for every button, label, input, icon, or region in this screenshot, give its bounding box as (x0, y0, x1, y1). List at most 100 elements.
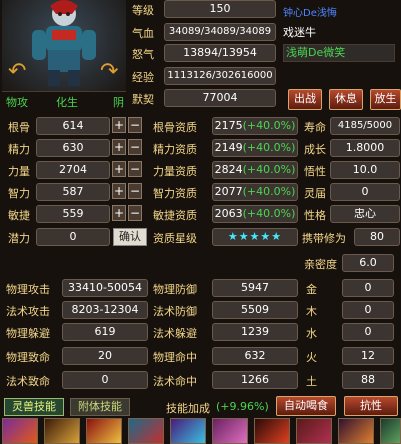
aptitude-bonus: (+40.0%) (242, 119, 296, 132)
skill-slot[interactable] (254, 418, 290, 444)
combat-value-2: 1266 (212, 371, 298, 389)
combat-label: 法术攻击 (6, 305, 50, 318)
combat-value: 8203-12304 (62, 301, 148, 319)
attr-label: 精力 (8, 143, 30, 156)
increase-button[interactable]: + (112, 161, 126, 177)
potential-value: 0 (36, 228, 110, 246)
tab-pet-skills[interactable]: 灵兽技能 (4, 398, 64, 416)
aptitude-label: 力量资质 (153, 165, 197, 178)
label-tacit: 默契 (132, 93, 154, 106)
element-value: 0 (342, 323, 394, 341)
increase-button[interactable]: + (112, 117, 126, 133)
growth-value: 1.8000 (330, 139, 400, 157)
aptitude-number: 2077 (214, 185, 243, 198)
skill-slot[interactable] (380, 418, 401, 444)
label-rage: 怒气 (132, 48, 154, 61)
savvy-value: 10.0 (330, 161, 400, 179)
combat-value: 20 (62, 347, 148, 365)
attr-label: 智力 (8, 187, 30, 200)
confirm-button[interactable]: 确认 (113, 228, 147, 246)
label-level: 等级 (132, 4, 154, 17)
personality-label: 性格 (304, 209, 326, 222)
lifespan-label: 寿命 (304, 121, 326, 134)
auto-feed-button[interactable]: 自动喝食 (276, 396, 336, 416)
rest-button[interactable]: 休息 (329, 89, 363, 110)
value-rage: 13894/13954 (164, 44, 276, 62)
pet-race-tag: 化生 (56, 96, 78, 109)
decrease-button[interactable]: − (128, 139, 142, 155)
increase-button[interactable]: + (112, 183, 126, 199)
aptitude-number: 2824 (214, 163, 243, 176)
aptitude-label: 智力资质 (153, 187, 197, 200)
decrease-button[interactable]: − (128, 117, 142, 133)
skill-slot[interactable] (212, 418, 248, 444)
pet-type-tag: 物攻 (6, 96, 28, 109)
skill-bonus-value: (+9.96%) (216, 400, 269, 413)
aptitude-label: 敏捷资质 (153, 209, 197, 222)
aptitude-bonus: (+40.0%) (242, 185, 296, 198)
resist-button[interactable]: 抗性 (344, 396, 398, 416)
skill-slot[interactable] (338, 418, 374, 444)
element-label: 火 (306, 351, 317, 364)
star-rating: ★★★★★ (212, 228, 298, 246)
aptitude-value: 2824(+40.0%) (212, 161, 298, 179)
skill-slot[interactable] (128, 418, 164, 444)
decrease-button[interactable]: − (128, 205, 142, 221)
aptitude-number: 2175 (214, 119, 243, 132)
attr-label: 根骨 (8, 121, 30, 134)
attr-label: 敏捷 (8, 209, 30, 222)
aptitude-number: 2063 (214, 207, 243, 220)
rotate-right-icon[interactable]: ↷ (100, 61, 118, 83)
aptitude-value: 2063(+40.0%) (212, 205, 298, 223)
release-button[interactable]: 放生 (370, 89, 401, 110)
combat-label: 物理攻击 (6, 283, 50, 296)
aptitude-value: 2149(+40.0%) (212, 139, 298, 157)
combat-label-2: 物理命中 (153, 351, 197, 364)
skill-slot[interactable] (2, 418, 38, 444)
attr-value: 559 (36, 205, 110, 223)
combat-label-2: 法术防御 (153, 305, 197, 318)
aptitude-number: 2149 (214, 141, 243, 154)
element-value: 0 (342, 279, 394, 297)
decrease-button[interactable]: − (128, 161, 142, 177)
label-exp: 经验 (132, 71, 154, 84)
combat-value-2: 5947 (212, 279, 298, 297)
rotate-left-icon[interactable]: ↶ (8, 61, 26, 83)
intimacy-value: 6.0 (342, 254, 394, 272)
spirit-value: 0 (330, 183, 400, 201)
combat-row: 法术致命 0 法术命中 1266 土 88 (0, 370, 401, 392)
element-label: 木 (306, 305, 317, 318)
cultivation-label: 携带修为 (302, 232, 346, 245)
combat-value: 0 (62, 371, 148, 389)
aptitude-value: 2175(+40.0%) (212, 117, 298, 135)
aptitude-bonus: (+40.0%) (242, 163, 296, 176)
aptitude-label: 精力资质 (153, 143, 197, 156)
skill-slot[interactable] (44, 418, 80, 444)
lifespan-value: 4185/5000 (330, 117, 400, 135)
tab-possession-skills[interactable]: 附体技能 (70, 398, 130, 416)
owner-name: 戏迷牛 (283, 26, 316, 39)
combat-row: 物理致命 20 物理命中 632 火 12 (0, 346, 401, 368)
combat-value: 619 (62, 323, 148, 341)
increase-button[interactable]: + (112, 139, 126, 155)
combat-label-2: 法术命中 (153, 375, 197, 388)
value-hp: 34089/34089/34089 (164, 23, 276, 41)
pet-yin-tag: 阴 (113, 96, 124, 109)
increase-button[interactable]: + (112, 205, 126, 221)
battle-button[interactable]: 出战 (288, 89, 322, 110)
skill-slot[interactable] (296, 418, 332, 444)
skill-slot[interactable] (170, 418, 206, 444)
personality-value: 忠心 (330, 205, 400, 223)
decrease-button[interactable]: − (128, 183, 142, 199)
combat-value-2: 1239 (212, 323, 298, 341)
combat-label-2: 物理防御 (153, 283, 197, 296)
skill-slot[interactable] (86, 418, 122, 444)
spirit-label: 灵届 (304, 187, 326, 200)
combat-label-2: 法术躲避 (153, 327, 197, 340)
combat-label: 法术致命 (6, 375, 50, 388)
element-value: 0 (342, 301, 394, 319)
label-hp: 气血 (132, 27, 154, 40)
intimacy-label: 亲密度 (304, 258, 337, 271)
combat-value-2: 632 (212, 347, 298, 365)
attr-value: 630 (36, 139, 110, 157)
